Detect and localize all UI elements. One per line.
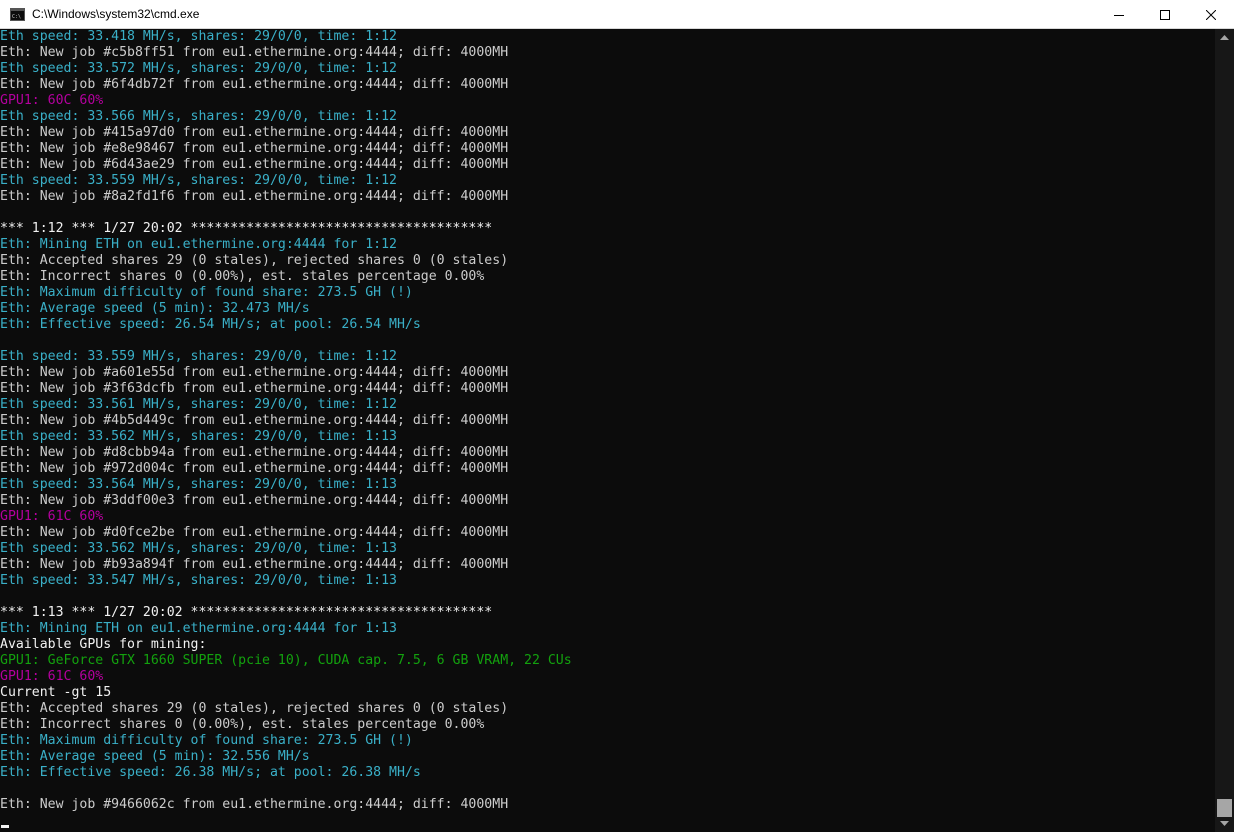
console-text: Eth speed: 33.418 MH/s, shares: 29/0/0, … xyxy=(0,29,1215,813)
cmd-console-icon: C:\ xyxy=(10,8,25,21)
console-line: Eth: New job #9466062c from eu1.ethermin… xyxy=(0,797,509,812)
console-line: Eth: New job #8a2fd1f6 from eu1.ethermin… xyxy=(0,189,509,204)
console-line: Available GPUs for mining: xyxy=(0,637,207,652)
console-line: *** 1:12 *** 1/27 20:02 ****************… xyxy=(0,221,493,236)
close-button[interactable] xyxy=(1188,0,1234,29)
console-line: Eth speed: 33.418 MH/s, shares: 29/0/0, … xyxy=(0,29,397,44)
close-icon xyxy=(1206,9,1216,20)
console-line: Eth: New job #6d43ae29 from eu1.ethermin… xyxy=(0,157,509,172)
console-line: Eth: Average speed (5 min): 32.556 MH/s xyxy=(0,749,310,764)
scroll-down-button[interactable] xyxy=(1215,815,1234,832)
console-output[interactable]: Eth speed: 33.418 MH/s, shares: 29/0/0, … xyxy=(0,29,1215,832)
console-line: Eth: Effective speed: 26.38 MH/s; at poo… xyxy=(0,765,421,780)
svg-text:C:\: C:\ xyxy=(12,14,21,20)
console-line: Eth: New job #b93a894f from eu1.ethermin… xyxy=(0,557,509,572)
console-line: Eth speed: 33.566 MH/s, shares: 29/0/0, … xyxy=(0,109,397,124)
text-cursor xyxy=(1,825,9,828)
console-line: Eth: Effective speed: 26.54 MH/s; at poo… xyxy=(0,317,421,332)
console-line: Eth: New job #3ddf00e3 from eu1.ethermin… xyxy=(0,493,509,508)
console-line: Eth: Accepted shares 29 (0 stales), reje… xyxy=(0,701,509,716)
window-title: C:\Windows\system32\cmd.exe xyxy=(32,7,200,21)
console-line: Eth: Mining ETH on eu1.ethermine.org:444… xyxy=(0,621,397,636)
console-line: Eth: New job #c5b8ff51 from eu1.ethermin… xyxy=(0,45,509,60)
console-line: GPU1: 61C 60% xyxy=(0,509,104,524)
minimize-button[interactable] xyxy=(1096,0,1142,29)
console-line: Eth: New job #6f4db72f from eu1.ethermin… xyxy=(0,77,509,92)
console-line: Eth speed: 33.564 MH/s, shares: 29/0/0, … xyxy=(0,477,397,492)
console-line: Eth: New job #415a97d0 from eu1.ethermin… xyxy=(0,125,509,140)
console-line: Eth: New job #4b5d449c from eu1.ethermin… xyxy=(0,413,509,428)
console-line: GPU1: GeForce GTX 1660 SUPER (pcie 10), … xyxy=(0,653,572,668)
console-line: Eth: Incorrect shares 0 (0.00%), est. st… xyxy=(0,269,485,284)
console-line: GPU1: 61C 60% xyxy=(0,669,104,684)
maximize-button[interactable] xyxy=(1142,0,1188,29)
console-line: Eth speed: 33.572 MH/s, shares: 29/0/0, … xyxy=(0,61,397,76)
console-line: Eth speed: 33.559 MH/s, shares: 29/0/0, … xyxy=(0,173,397,188)
console-line: Eth: New job #d8cbb94a from eu1.ethermin… xyxy=(0,445,509,460)
console-line: Eth: Average speed (5 min): 32.473 MH/s xyxy=(0,301,310,316)
scroll-down-arrow-icon xyxy=(1220,821,1229,826)
console-line: Eth speed: 33.547 MH/s, shares: 29/0/0, … xyxy=(0,573,397,588)
console-line: GPU1: 60C 60% xyxy=(0,93,104,108)
scroll-up-button[interactable] xyxy=(1215,29,1234,46)
title-bar[interactable]: C:\ C:\Windows\system32\cmd.exe xyxy=(0,0,1234,29)
console-line: Eth: New job #972d004c from eu1.ethermin… xyxy=(0,461,509,476)
console-line: Eth speed: 33.562 MH/s, shares: 29/0/0, … xyxy=(0,541,397,556)
console-line: Eth: Mining ETH on eu1.ethermine.org:444… xyxy=(0,237,397,252)
console-line: Eth speed: 33.559 MH/s, shares: 29/0/0, … xyxy=(0,349,397,364)
console-line: Eth: Maximum difficulty of found share: … xyxy=(0,733,413,748)
maximize-icon xyxy=(1160,9,1170,20)
console-line: Eth: New job #a601e55d from eu1.ethermin… xyxy=(0,365,509,380)
console-line: Eth: Accepted shares 29 (0 stales), reje… xyxy=(0,253,509,268)
console-line: Current -gt 15 xyxy=(0,685,112,700)
console-line: Eth speed: 33.561 MH/s, shares: 29/0/0, … xyxy=(0,397,397,412)
scroll-up-arrow-icon xyxy=(1220,35,1229,40)
console-line: Eth: New job #e8e98467 from eu1.ethermin… xyxy=(0,141,509,156)
vertical-scrollbar[interactable] xyxy=(1215,29,1234,832)
console-line: *** 1:13 *** 1/27 20:02 ****************… xyxy=(0,605,493,620)
minimize-icon xyxy=(1114,14,1124,16)
console-line: Eth: Incorrect shares 0 (0.00%), est. st… xyxy=(0,717,485,732)
console-line: Eth speed: 33.562 MH/s, shares: 29/0/0, … xyxy=(0,429,397,444)
console-line: Eth: New job #3f63dcfb from eu1.ethermin… xyxy=(0,381,509,396)
console-line: Eth: Maximum difficulty of found share: … xyxy=(0,285,413,300)
console-line: Eth: New job #d0fce2be from eu1.ethermin… xyxy=(0,525,509,540)
